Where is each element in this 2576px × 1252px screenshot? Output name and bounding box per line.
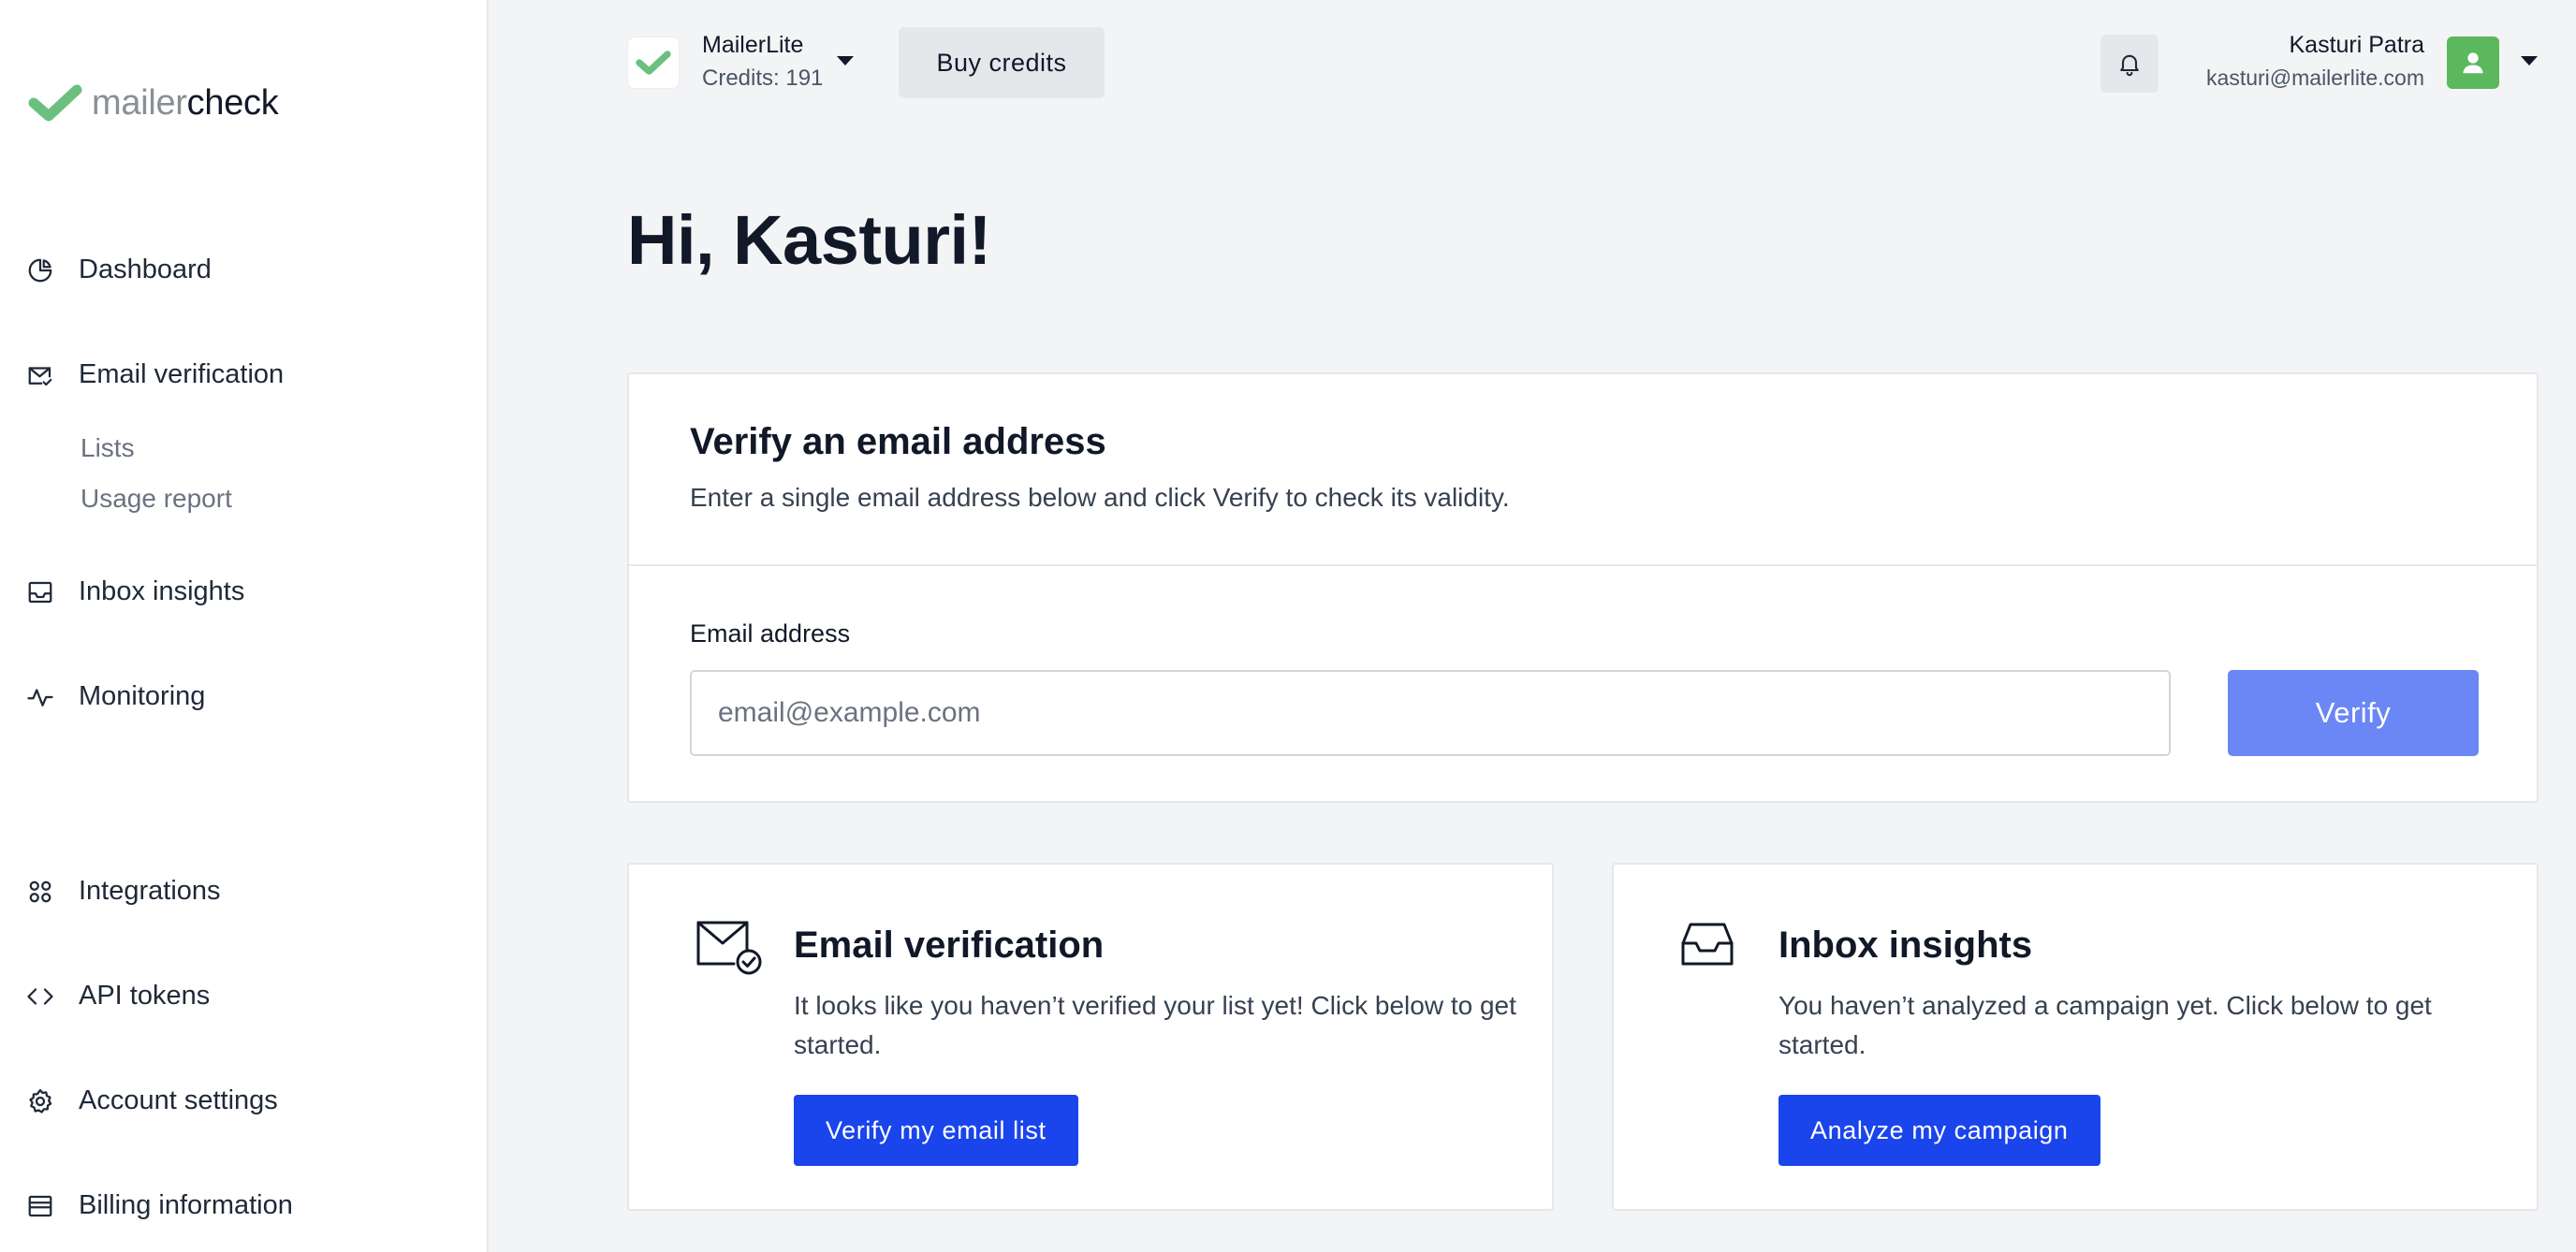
card-title: Inbox insights (1778, 924, 2033, 966)
verify-card-title: Verify an email address (690, 421, 1106, 462)
sidebar-item-label: Monitoring (79, 681, 206, 711)
sidebar-item-email-verification[interactable]: Email verification (26, 359, 284, 390)
notifications-button[interactable] (2100, 35, 2159, 93)
inbox-insights-card: Inbox insights You haven’t analyzed a ca… (1612, 863, 2539, 1211)
inbox-icon (1679, 919, 1735, 974)
checkmark-logo-icon (28, 84, 82, 122)
sidebar-item-label: API tokens (79, 981, 211, 1011)
user-menu-caret[interactable] (2520, 54, 2539, 72)
bell-icon (2120, 54, 2139, 77)
sidebar-item-label: Integrations (79, 876, 221, 906)
account-credits: Credits: 191 (702, 66, 824, 91)
user-email: kasturi@mailerlite.com (2206, 66, 2424, 90)
code-icon (26, 983, 54, 1011)
caret-down-icon (2521, 56, 2538, 66)
sidebar-item-account-settings[interactable]: Account settings (26, 1085, 278, 1116)
sidebar-item-label: Email verification (79, 359, 285, 389)
sidebar-item-billing-information[interactable]: Billing information (26, 1190, 293, 1221)
pie-chart-icon (26, 256, 54, 284)
sidebar-item-monitoring[interactable]: Monitoring (26, 681, 205, 712)
gear-icon (26, 1087, 54, 1115)
sidebar-item-label: Account settings (79, 1085, 278, 1115)
sidebar-item-inbox-insights[interactable]: Inbox insights (26, 576, 244, 607)
inbox-icon (26, 578, 54, 606)
email-field[interactable] (690, 670, 2171, 756)
card-text: It looks like you haven’t verified your … (794, 991, 1516, 1059)
grid-icon (26, 878, 54, 906)
divider (629, 564, 2537, 566)
logo-text-light: mailer (92, 82, 187, 123)
logo-text-dark: check (186, 82, 279, 123)
user-name[interactable]: Kasturi Patra (2289, 32, 2424, 59)
sidebar-item-api-tokens[interactable]: API tokens (26, 981, 210, 1012)
user-icon (2463, 52, 2483, 74)
analyze-my-campaign-button[interactable]: Analyze my campaign (1778, 1095, 2100, 1166)
activity-icon (26, 683, 54, 711)
card-title: Email verification (794, 924, 1105, 966)
email-field-label: Email address (690, 619, 851, 648)
sidebar: mailercheck Dashboard Email verification… (0, 0, 489, 1252)
sidebar-subitem-lists[interactable]: Lists (80, 433, 135, 463)
mail-check-icon (26, 361, 54, 389)
verify-button[interactable]: Verify (2228, 670, 2479, 756)
email-verification-card: Email verification It looks like you hav… (627, 863, 1554, 1211)
sidebar-item-dashboard[interactable]: Dashboard (26, 255, 212, 285)
sidebar-subitem-usage-report[interactable]: Usage report (80, 484, 232, 514)
logo[interactable]: mailercheck (28, 82, 279, 124)
account-logo[interactable] (627, 36, 680, 89)
sidebar-item-integrations[interactable]: Integrations (26, 876, 221, 907)
caret-down-icon (837, 56, 854, 66)
card-icon (26, 1192, 54, 1220)
page-title: Hi, Kasturi! (627, 201, 991, 279)
verify-card-description: Enter a single email address below and c… (690, 483, 1510, 512)
sidebar-item-label: Dashboard (79, 255, 212, 284)
account-switcher-caret[interactable] (836, 54, 855, 72)
app: mailercheck Dashboard Email verification… (0, 0, 2576, 1252)
card-text: You haven’t analyzed a campaign yet. Cli… (1778, 991, 2432, 1059)
verify-my-email-list-button[interactable]: Verify my email list (794, 1095, 1078, 1166)
sidebar-item-label: Billing information (79, 1190, 293, 1220)
mail-check-icon (695, 919, 764, 982)
checkmark-logo-icon (636, 51, 671, 75)
sidebar-item-label: Inbox insights (79, 576, 245, 606)
account-name[interactable]: MailerLite (702, 32, 803, 59)
buy-credits-button[interactable]: Buy credits (899, 27, 1105, 98)
verify-email-card: Verify an email address Enter a single e… (627, 372, 2539, 803)
avatar[interactable] (2447, 36, 2499, 89)
logo-text: mailercheck (92, 82, 279, 124)
